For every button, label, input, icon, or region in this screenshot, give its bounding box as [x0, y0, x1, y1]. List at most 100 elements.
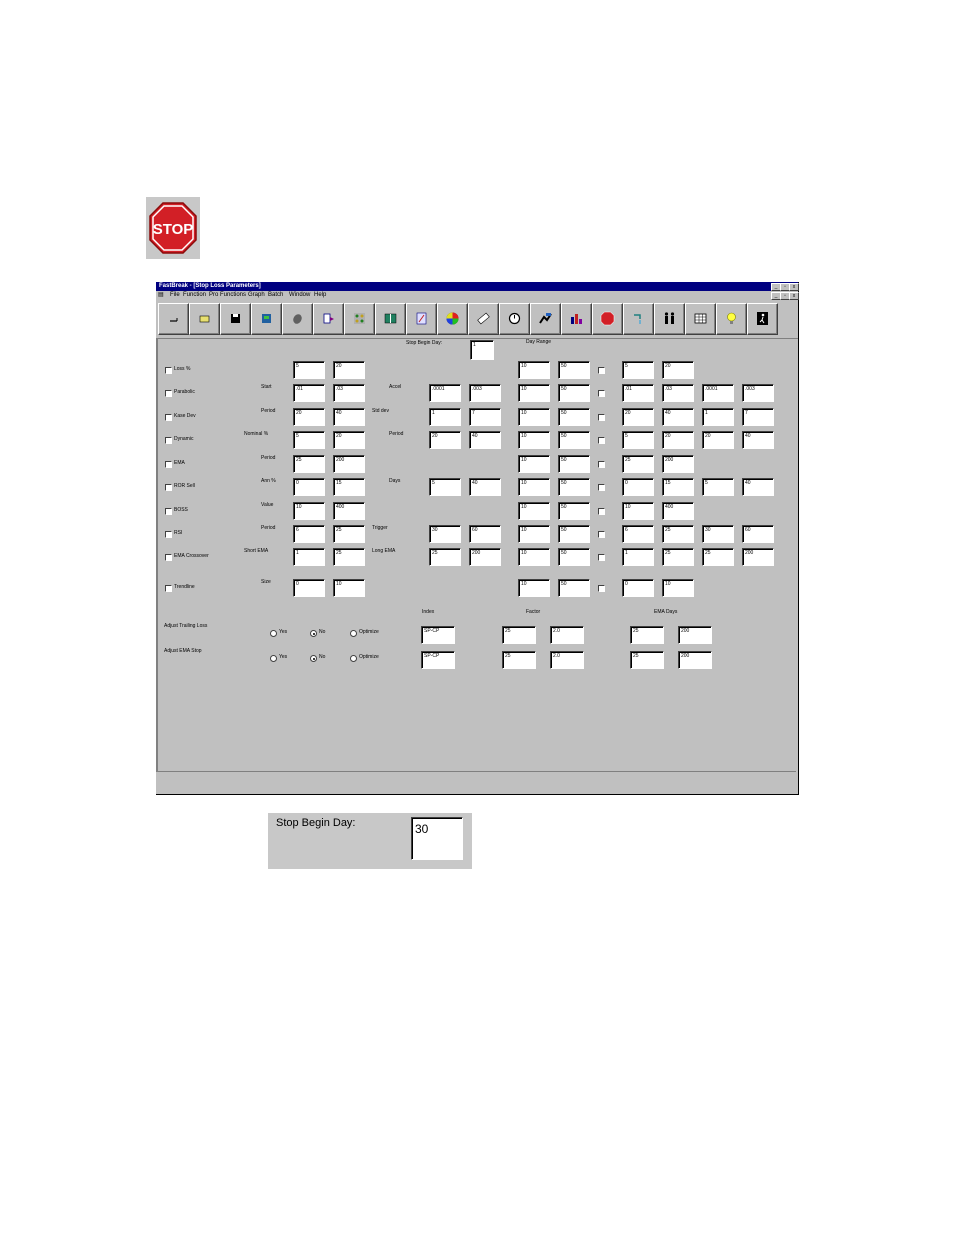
- adjust-factor1-field[interactable]: 25: [502, 651, 536, 669]
- row-param1-min-field[interactable]: 10: [293, 502, 325, 520]
- row-param1-max-field[interactable]: 200: [333, 455, 365, 473]
- row-param1-max-field[interactable]: .03: [333, 384, 365, 402]
- row-param2-min-field[interactable]: 5: [429, 478, 461, 496]
- row-opt-param2-max-field[interactable]: 40: [742, 478, 774, 496]
- menu-file[interactable]: File: [170, 291, 180, 300]
- row-param2-max-field[interactable]: 60: [469, 525, 501, 543]
- row-param1-min-field[interactable]: 6: [293, 525, 325, 543]
- row-opt-param1-min-field[interactable]: 1: [622, 548, 654, 566]
- row-opt-param1-max-field[interactable]: 25: [662, 548, 694, 566]
- close-button[interactable]: x: [789, 283, 799, 291]
- row-enable-checkbox[interactable]: [165, 484, 172, 491]
- toolbar-button-sort[interactable]: [406, 303, 437, 335]
- toolbar-button-people[interactable]: [654, 303, 685, 335]
- toolbar-button-dash[interactable]: [158, 303, 189, 335]
- row-param1-max-field[interactable]: 400: [333, 502, 365, 520]
- menu-pro-functions[interactable]: Pro Functions: [209, 291, 246, 300]
- menu-function[interactable]: Function: [183, 291, 206, 300]
- row-param2-min-field[interactable]: 30: [429, 525, 461, 543]
- row-opt-param1-min-field[interactable]: 5: [622, 431, 654, 449]
- row-opt-param2-max-field[interactable]: 40: [742, 431, 774, 449]
- row-range-start-field[interactable]: 10: [518, 384, 550, 402]
- row-range-start-field[interactable]: 10: [518, 431, 550, 449]
- row-range-end-field[interactable]: 50: [558, 384, 590, 402]
- row-opt-param1-min-field[interactable]: 0: [622, 478, 654, 496]
- row-optimize-checkbox[interactable]: [598, 437, 605, 444]
- toolbar-button-colors[interactable]: [437, 303, 468, 335]
- doc-close-button[interactable]: x: [789, 292, 799, 300]
- row-range-start-field[interactable]: 10: [518, 548, 550, 566]
- row-opt-param2-min-field[interactable]: 5: [702, 478, 734, 496]
- adjust-radio-yes[interactable]: [270, 655, 277, 662]
- doc-icon[interactable]: ▤: [158, 291, 164, 300]
- toolbar-button-runner[interactable]: [530, 303, 561, 335]
- row-opt-param2-max-field[interactable]: 200: [742, 548, 774, 566]
- adjust-radio-no[interactable]: [310, 630, 317, 637]
- toolbar-button-book[interactable]: [375, 303, 406, 335]
- row-param2-max-field[interactable]: .003: [469, 384, 501, 402]
- row-range-start-field[interactable]: 10: [518, 502, 550, 520]
- row-opt-param1-min-field[interactable]: 20: [622, 408, 654, 426]
- row-enable-checkbox[interactable]: [165, 531, 172, 538]
- row-range-end-field[interactable]: 50: [558, 548, 590, 566]
- row-optimize-checkbox[interactable]: [598, 390, 605, 397]
- toolbar-button-export[interactable]: [313, 303, 344, 335]
- menu-help[interactable]: Help: [314, 291, 326, 300]
- row-range-end-field[interactable]: 50: [558, 361, 590, 379]
- toolbar-button-tip[interactable]: [716, 303, 747, 335]
- row-opt-param1-max-field[interactable]: 25: [662, 525, 694, 543]
- stop-begin-day-zoom-field[interactable]: 30: [411, 817, 463, 860]
- row-param2-max-field[interactable]: 40: [469, 431, 501, 449]
- toolbar-button-ruler[interactable]: [468, 303, 499, 335]
- row-param1-max-field[interactable]: 15: [333, 478, 365, 496]
- adjust-ema1-field[interactable]: 25: [630, 651, 664, 669]
- row-opt-param1-min-field[interactable]: 6: [622, 525, 654, 543]
- row-opt-param1-max-field[interactable]: 20: [662, 431, 694, 449]
- row-param1-max-field[interactable]: 25: [333, 525, 365, 543]
- row-param1-max-field[interactable]: 40: [333, 408, 365, 426]
- row-param2-max-field[interactable]: 7: [469, 408, 501, 426]
- row-optimize-checkbox[interactable]: [598, 484, 605, 491]
- row-opt-param1-min-field[interactable]: 0: [622, 579, 654, 597]
- row-param2-max-field[interactable]: 40: [469, 478, 501, 496]
- row-optimize-checkbox[interactable]: [598, 367, 605, 374]
- adjust-ema2-field[interactable]: 200: [678, 651, 712, 669]
- row-param1-min-field[interactable]: 5: [293, 361, 325, 379]
- row-range-end-field[interactable]: 50: [558, 431, 590, 449]
- toolbar-button-notebook[interactable]: [251, 303, 282, 335]
- toolbar-button-save[interactable]: [220, 303, 251, 335]
- row-param1-min-field[interactable]: 0: [293, 579, 325, 597]
- adjust-radio-yes[interactable]: [270, 630, 277, 637]
- toolbar-button-open[interactable]: [189, 303, 220, 335]
- row-enable-checkbox[interactable]: [165, 554, 172, 561]
- row-enable-checkbox[interactable]: [165, 414, 172, 421]
- adjust-index-field[interactable]: SP-CP: [421, 626, 455, 644]
- row-opt-param2-min-field[interactable]: 20: [702, 431, 734, 449]
- menu-graph[interactable]: Graph: [248, 291, 265, 300]
- toolbar-button-chart[interactable]: [561, 303, 592, 335]
- row-opt-param1-max-field[interactable]: 200: [662, 455, 694, 473]
- row-opt-param2-min-field[interactable]: 30: [702, 525, 734, 543]
- row-optimize-checkbox[interactable]: [598, 461, 605, 468]
- row-range-start-field[interactable]: 10: [518, 455, 550, 473]
- menu-batch[interactable]: Batch: [268, 291, 283, 300]
- adjust-radio-optimize[interactable]: [350, 655, 357, 662]
- adjust-factor2-field[interactable]: 2.0: [550, 626, 584, 644]
- menu-window[interactable]: Window: [289, 291, 310, 300]
- row-param1-min-field[interactable]: 20: [293, 408, 325, 426]
- row-optimize-checkbox[interactable]: [598, 414, 605, 421]
- toolbar-button-exit[interactable]: [747, 303, 778, 335]
- row-param2-min-field[interactable]: 20: [429, 431, 461, 449]
- row-range-end-field[interactable]: 50: [558, 478, 590, 496]
- row-enable-checkbox[interactable]: [165, 508, 172, 515]
- row-range-end-field[interactable]: 50: [558, 525, 590, 543]
- row-enable-checkbox[interactable]: [165, 367, 172, 374]
- row-param2-max-field[interactable]: 200: [469, 548, 501, 566]
- row-range-end-field[interactable]: 50: [558, 408, 590, 426]
- row-param1-min-field[interactable]: 5: [293, 431, 325, 449]
- row-opt-param1-max-field[interactable]: 15: [662, 478, 694, 496]
- adjust-index-field[interactable]: SP-CP: [421, 651, 455, 669]
- row-range-start-field[interactable]: 10: [518, 525, 550, 543]
- row-opt-param2-min-field[interactable]: 1: [702, 408, 734, 426]
- row-opt-param1-max-field[interactable]: 20: [662, 361, 694, 379]
